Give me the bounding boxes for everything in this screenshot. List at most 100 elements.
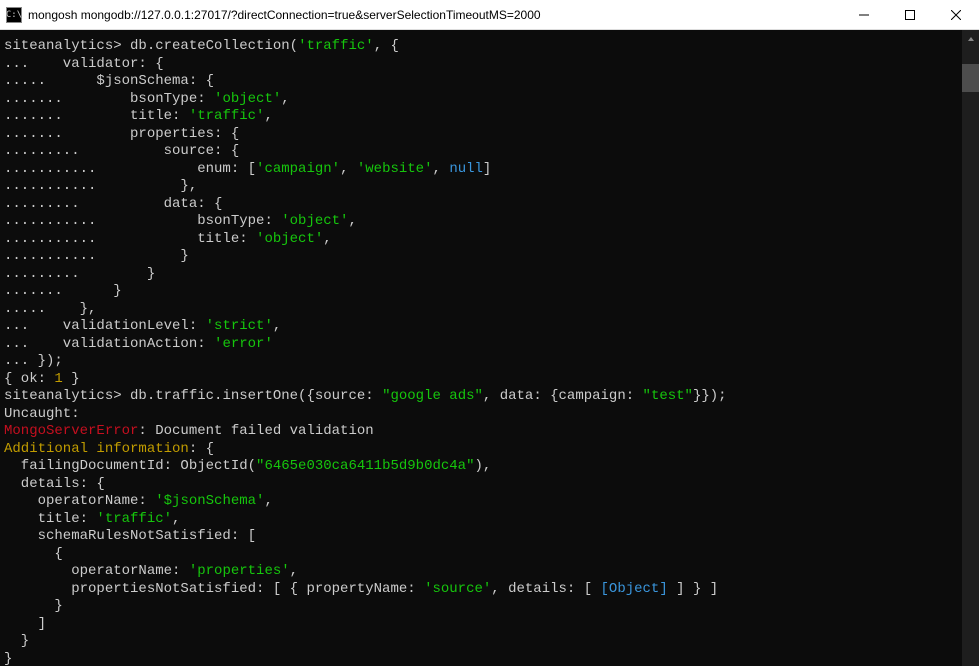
terminal-text: : { xyxy=(189,441,214,457)
terminal-text: , xyxy=(172,511,180,527)
terminal-text: ......... } xyxy=(4,266,155,282)
terminal-line: operatorName: '$jsonSchema', xyxy=(4,493,962,511)
terminal-line: Additional information: { xyxy=(4,441,962,459)
terminal-text: ......... data: { xyxy=(4,196,222,212)
window-titlebar: C:\ mongosh mongodb://127.0.0.1:27017/?d… xyxy=(0,0,979,30)
terminal-line: ........... }, xyxy=(4,178,962,196)
terminal-text: : Document failed validation xyxy=(138,423,373,439)
scrollbar-thumb[interactable] xyxy=(962,64,979,92)
terminal-text: , xyxy=(433,161,450,177)
app-icon: C:\ xyxy=(6,7,22,23)
terminal-text: { ok: xyxy=(4,371,54,387)
terminal-line: ... }); xyxy=(4,353,962,371)
terminal-text: Uncaught: xyxy=(4,406,80,422)
terminal-line: { xyxy=(4,546,962,564)
terminal-text: ] xyxy=(4,616,46,632)
terminal-text: 'object' xyxy=(281,213,348,229)
terminal-line: ........... title: 'object', xyxy=(4,231,962,249)
terminal-text: title: xyxy=(4,511,96,527)
terminal-text: operatorName: xyxy=(4,563,189,579)
terminal-line: ......... source: { xyxy=(4,143,962,161)
vertical-scrollbar[interactable] xyxy=(962,30,979,666)
terminal-text: "google ads" xyxy=(382,388,483,404)
terminal-text: ] } ] xyxy=(668,581,718,597)
terminal-text: Additional information xyxy=(4,441,189,457)
terminal-output[interactable]: siteanalytics> db.createCollection('traf… xyxy=(0,30,962,666)
terminal-text: ........... }, xyxy=(4,178,197,194)
terminal-line: operatorName: 'properties', xyxy=(4,563,962,581)
terminal-text: ... validator: { xyxy=(4,56,164,72)
terminal-line: details: { xyxy=(4,476,962,494)
terminal-text: ] xyxy=(483,161,491,177)
terminal-text: } xyxy=(4,633,29,649)
terminal-line: failingDocumentId: ObjectId("6465e030ca6… xyxy=(4,458,962,476)
terminal-line: MongoServerError: Document failed valida… xyxy=(4,423,962,441)
terminal-line: propertiesNotSatisfied: [ { propertyName… xyxy=(4,581,962,599)
maximize-button[interactable] xyxy=(887,0,933,29)
terminal-line: ....... title: 'traffic', xyxy=(4,108,962,126)
terminal-text: ........... enum: [ xyxy=(4,161,256,177)
terminal-text: 'properties' xyxy=(189,563,290,579)
terminal-text: , details: [ xyxy=(491,581,600,597)
terminal-text: ....... bsonType: xyxy=(4,91,214,107)
terminal-line: ....... properties: { xyxy=(4,126,962,144)
scroll-up-arrow[interactable] xyxy=(962,30,979,47)
terminal-text: , xyxy=(273,318,281,334)
terminal-line: ..... $jsonSchema: { xyxy=(4,73,962,91)
terminal-text: db.traffic.insertOne({source: xyxy=(122,388,382,404)
terminal-text: siteanalytics> xyxy=(4,38,122,54)
terminal-text: , xyxy=(290,563,298,579)
minimize-button[interactable] xyxy=(841,0,887,29)
terminal-text: ... validationAction: xyxy=(4,336,214,352)
terminal-text: , data: {campaign: xyxy=(483,388,643,404)
terminal-text: [Object] xyxy=(601,581,668,597)
terminal-text: 'traffic' xyxy=(96,511,172,527)
terminal-text: '$jsonSchema' xyxy=(155,493,264,509)
terminal-text: , xyxy=(340,161,357,177)
terminal-text: 'traffic' xyxy=(298,38,374,54)
terminal-text: ....... title: xyxy=(4,108,189,124)
terminal-text: 'object' xyxy=(214,91,281,107)
terminal-line: ......... data: { xyxy=(4,196,962,214)
terminal-line: ........... enum: ['campaign', 'website'… xyxy=(4,161,962,179)
terminal-text: ........... } xyxy=(4,248,189,264)
window-title: mongosh mongodb://127.0.0.1:27017/?direc… xyxy=(28,8,841,22)
terminal-text: db.createCollection( xyxy=(122,38,298,54)
terminal-text: , { xyxy=(374,38,399,54)
terminal-line: ... validationLevel: 'strict', xyxy=(4,318,962,336)
terminal-line: ......... } xyxy=(4,266,962,284)
terminal-text: siteanalytics> xyxy=(4,388,122,404)
terminal-line: } xyxy=(4,598,962,616)
terminal-line: { ok: 1 } xyxy=(4,371,962,389)
terminal-line: Uncaught: xyxy=(4,406,962,424)
terminal-text: }}); xyxy=(693,388,727,404)
terminal-text: 'object' xyxy=(256,231,323,247)
window-controls xyxy=(841,0,979,29)
terminal-text: 'source' xyxy=(424,581,491,597)
terminal-line: title: 'traffic', xyxy=(4,511,962,529)
terminal-text: 'strict' xyxy=(206,318,273,334)
terminal-line: ] xyxy=(4,616,962,634)
terminal-text: details: { xyxy=(4,476,105,492)
terminal-text: "6465e030ca6411b5d9b0dc4a" xyxy=(256,458,474,474)
terminal-text: } xyxy=(63,371,80,387)
terminal-line: ........... } xyxy=(4,248,962,266)
terminal-text: ........... title: xyxy=(4,231,256,247)
terminal-line: } xyxy=(4,633,962,651)
terminal-text: propertiesNotSatisfied: [ { propertyName… xyxy=(4,581,424,597)
close-button[interactable] xyxy=(933,0,979,29)
terminal-container: siteanalytics> db.createCollection('traf… xyxy=(0,30,979,666)
terminal-line: } xyxy=(4,651,962,666)
terminal-text: ... }); xyxy=(4,353,63,369)
terminal-line: ..... }, xyxy=(4,301,962,319)
terminal-text: 'error' xyxy=(214,336,273,352)
terminal-text: null xyxy=(449,161,483,177)
terminal-text: 'website' xyxy=(357,161,433,177)
terminal-text: "test" xyxy=(643,388,693,404)
terminal-line: ....... bsonType: 'object', xyxy=(4,91,962,109)
terminal-text: , xyxy=(264,493,272,509)
terminal-line: ... validator: { xyxy=(4,56,962,74)
terminal-line: ........... bsonType: 'object', xyxy=(4,213,962,231)
terminal-text: } xyxy=(4,598,63,614)
terminal-text: { xyxy=(4,546,63,562)
